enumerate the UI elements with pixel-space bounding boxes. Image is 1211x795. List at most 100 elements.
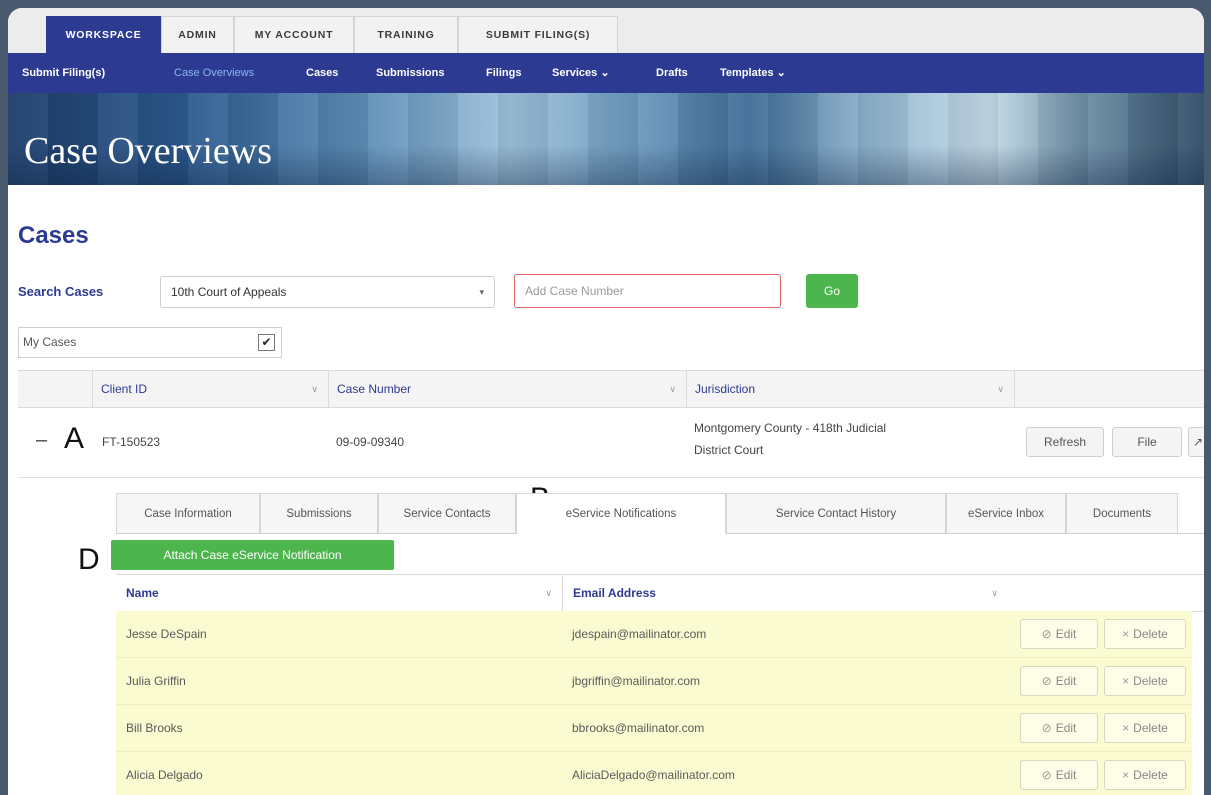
col-name[interactable]: Name ∨: [116, 575, 562, 611]
email-cell: jdespain@mailinator.com: [572, 627, 707, 641]
delete-button[interactable]: × Delete: [1104, 666, 1186, 696]
cases-table: Client ID ∨ Case Number ∨ Jurisdiction ∨ – …: [18, 370, 1204, 478]
table-row[interactable]: Jesse DeSpain jdespain@mailinator.com ⊘ E…: [116, 611, 1192, 658]
col-actions: [1014, 371, 1204, 407]
edit-button[interactable]: ⊘ Edit: [1020, 713, 1098, 743]
col-email[interactable]: Email Address ∨: [562, 575, 1008, 611]
table-row[interactable]: Julia Griffin jbgriffin@mailinator.com ⊘…: [116, 658, 1192, 705]
name-cell: Julia Griffin: [126, 674, 186, 688]
tab-workspace[interactable]: WORKSPACE: [46, 16, 161, 53]
edit-label: Edit: [1055, 768, 1077, 782]
tab-eservice-inbox[interactable]: eService Inbox: [946, 493, 1066, 533]
banner-title: Case Overviews: [24, 130, 272, 172]
nav-drafts[interactable]: Drafts: [656, 53, 688, 93]
notifications-table-header: Name ∨ Email Address ∨: [116, 574, 1204, 612]
delete-button[interactable]: × Delete: [1104, 713, 1186, 743]
tab-submit-filings[interactable]: SUBMIT FILING(S): [458, 16, 618, 53]
close-icon: ×: [1122, 674, 1130, 688]
nav-submissions[interactable]: Submissions: [376, 53, 444, 93]
tab-documents[interactable]: Documents: [1066, 493, 1178, 533]
delete-label: Delete: [1133, 721, 1168, 735]
collapse-row-toggle[interactable]: –: [36, 429, 47, 452]
close-icon: ×: [1122, 721, 1130, 735]
email-cell: jbgriffin@mailinator.com: [572, 674, 701, 688]
tab-admin[interactable]: ADMIN: [161, 16, 234, 53]
page-title: Cases: [18, 222, 89, 249]
refresh-button[interactable]: Refresh: [1026, 427, 1104, 457]
edit-button[interactable]: ⊘ Edit: [1020, 666, 1098, 696]
edit-label: Edit: [1055, 627, 1077, 641]
nav-filings[interactable]: Filings: [486, 53, 521, 93]
close-icon: ×: [1122, 768, 1130, 782]
sort-chevron-icon: ∨: [991, 588, 998, 598]
page-banner: Case Overviews: [8, 93, 1204, 185]
email-cell: bbrooks@mailinator.com: [572, 721, 705, 735]
nav-cases[interactable]: Cases: [306, 53, 338, 93]
edit-label: Edit: [1055, 721, 1077, 735]
delete-label: Delete: [1133, 627, 1168, 641]
jurisdiction-line-2: District Court: [694, 443, 764, 457]
sort-chevron-icon: ∨: [545, 588, 552, 598]
close-icon: ×: [1122, 627, 1130, 641]
col-client-id-label: Client ID: [101, 382, 148, 396]
delete-label: Delete: [1133, 768, 1168, 782]
edit-button[interactable]: ⊘ Edit: [1020, 619, 1098, 649]
secondary-nav: Submit Filing(s) Case Overviews Cases Su…: [8, 53, 1204, 93]
nav-services[interactable]: Services ⌄: [552, 53, 610, 93]
jurisdiction-line-1: Montgomery County - 418th Judicial: [694, 421, 887, 435]
col-case-number[interactable]: Case Number ∨: [328, 371, 686, 407]
chevron-down-icon: ▾: [479, 287, 484, 297]
tab-training[interactable]: TRAINING: [354, 16, 458, 53]
delete-button[interactable]: × Delete: [1104, 619, 1186, 649]
sort-chevron-icon: ∨: [669, 384, 676, 394]
tab-service-contacts[interactable]: Service Contacts: [378, 493, 516, 533]
edit-button[interactable]: ⊘ Edit: [1020, 760, 1098, 790]
tab-case-information[interactable]: Case Information: [116, 493, 260, 533]
table-row[interactable]: Bill Brooks bbrooks@mailinator.com ⊘ Edit…: [116, 705, 1192, 752]
col-case-number-label: Case Number: [337, 382, 412, 396]
col-client-id[interactable]: Client ID ∨: [92, 371, 328, 407]
edit-icon: ⊘: [1041, 721, 1052, 735]
file-button[interactable]: File: [1112, 427, 1182, 457]
client-id-cell: FT-150523: [102, 435, 161, 449]
annotation-a: A: [64, 422, 85, 455]
attach-notification-button[interactable]: Attach Case eService Notification: [111, 540, 394, 570]
table-row[interactable]: Alicia Delgado AliciaDelgado@mailinator.…: [116, 752, 1192, 795]
col-name-label: Name: [126, 586, 159, 600]
case-filter-select[interactable]: My Cases ✔: [18, 327, 282, 358]
col-jurisdiction[interactable]: Jurisdiction ∨: [686, 371, 1014, 407]
nav-templates[interactable]: Templates ⌄: [720, 53, 786, 93]
case-detail-tabs: Case Information Submissions Service Con…: [116, 493, 1204, 534]
case-number-cell: 09-09-09340: [336, 435, 405, 449]
col-email-label: Email Address: [573, 586, 656, 600]
table-row[interactable]: – FT-150523 09-09-09340 Montgomery Count…: [18, 407, 1204, 478]
case-number-input[interactable]: [514, 274, 781, 308]
tab-service-contact-history[interactable]: Service Contact History: [726, 493, 946, 533]
name-cell: Jesse DeSpain: [126, 627, 207, 641]
edit-icon: ⊘: [1041, 674, 1052, 688]
edit-icon: ⊘: [1041, 768, 1052, 782]
court-select-value: 10th Court of Appeals: [171, 285, 287, 299]
case-filter-value: My Cases: [23, 335, 77, 349]
annotation-d: D: [78, 543, 100, 576]
cases-table-header: Client ID ∨ Case Number ∨ Jurisdiction ∨: [18, 370, 1204, 408]
tab-eservice-notifications[interactable]: eService Notifications: [516, 493, 726, 534]
nav-submit-filings[interactable]: Submit Filing(s): [22, 53, 105, 93]
tab-my-account[interactable]: MY ACCOUNT: [234, 16, 354, 53]
sort-chevron-icon: ∨: [997, 384, 1004, 394]
name-cell: Alicia Delgado: [126, 768, 203, 782]
app-window: WORKSPACE ADMIN MY ACCOUNT TRAINING SUBM…: [8, 8, 1204, 795]
checkbox-icon[interactable]: ✔: [258, 334, 275, 351]
col-jurisdiction-label: Jurisdiction: [695, 382, 756, 396]
email-cell: AliciaDelgado@mailinator.com: [572, 768, 735, 782]
delete-label: Delete: [1133, 674, 1168, 688]
more-actions-button[interactable]: ↗: [1188, 427, 1204, 457]
tab-submissions[interactable]: Submissions: [260, 493, 378, 533]
go-button[interactable]: Go: [806, 274, 858, 308]
court-select[interactable]: 10th Court of Appeals ▾: [160, 276, 495, 308]
search-cases-label: Search Cases: [18, 284, 104, 299]
top-tab-bar: WORKSPACE ADMIN MY ACCOUNT TRAINING SUBM…: [8, 8, 1204, 54]
delete-button[interactable]: × Delete: [1104, 760, 1186, 790]
edit-icon: ⊘: [1041, 627, 1052, 641]
nav-case-overviews[interactable]: Case Overviews: [174, 53, 254, 93]
